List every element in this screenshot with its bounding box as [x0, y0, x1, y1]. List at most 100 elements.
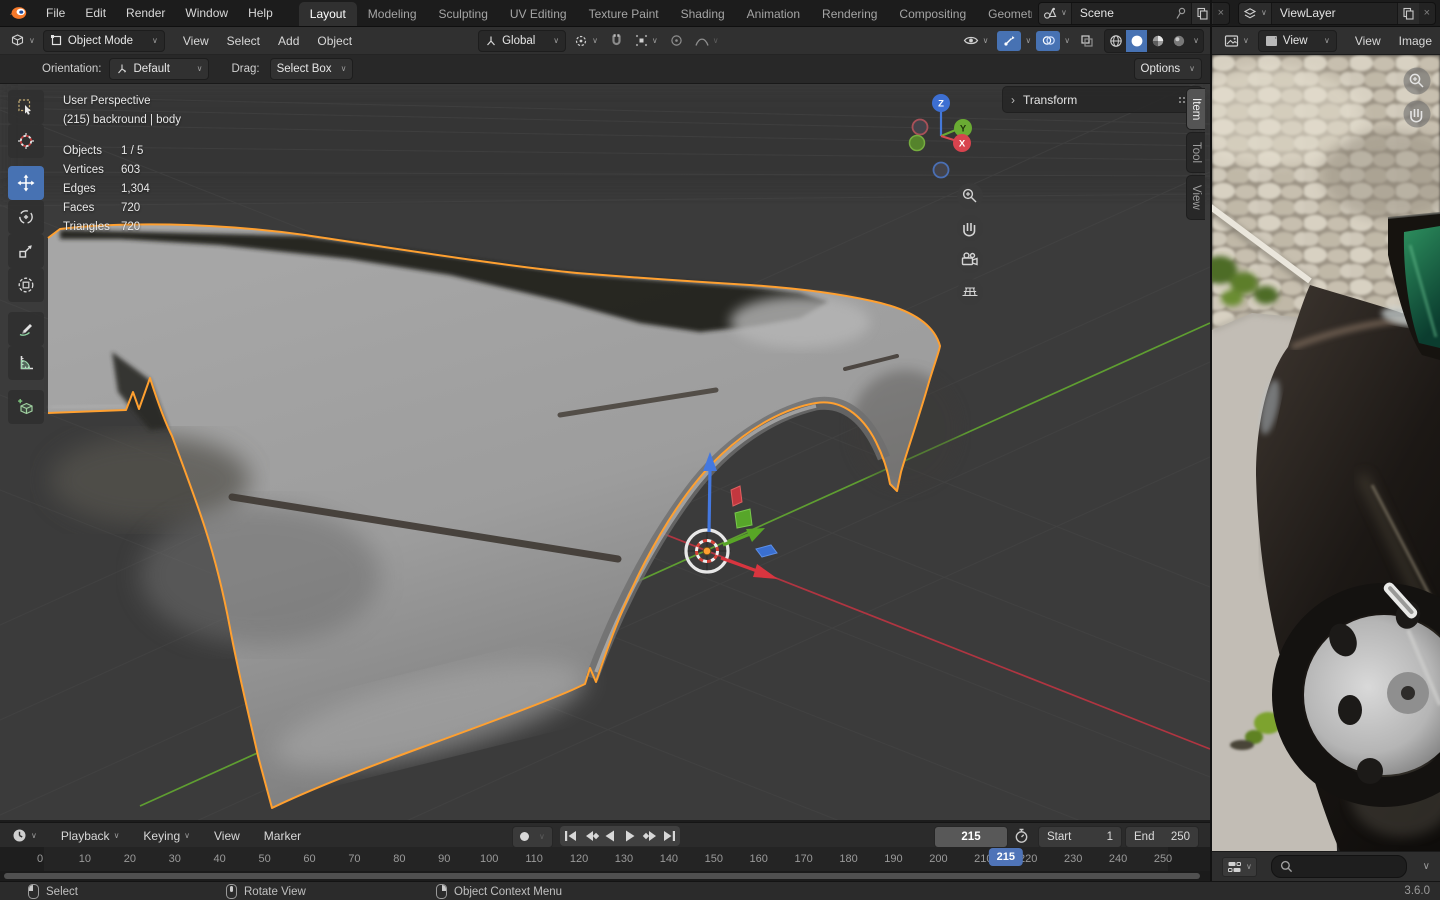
chevron-down-icon[interactable]: ∨ — [1423, 861, 1430, 872]
pan-hand-button[interactable] — [957, 215, 983, 241]
shading-solid-button[interactable] — [1126, 29, 1148, 52]
visibility-button[interactable]: ∨ — [959, 32, 993, 49]
workspace-tab[interactable]: Sculpting — [428, 2, 499, 26]
scene-browse-button[interactable]: ∨ — [1039, 2, 1072, 24]
play-reverse-button[interactable] — [605, 830, 615, 841]
topbar-menu[interactable]: Render — [116, 6, 175, 20]
camera-view-button[interactable] — [957, 247, 983, 273]
workspace-tab[interactable]: Texture Paint — [578, 2, 670, 26]
shading-material-button[interactable] — [1147, 30, 1168, 52]
image-mode-dropdown[interactable]: View ∨ — [1257, 29, 1337, 52]
current-frame-field[interactable]: 215 — [934, 825, 1008, 848]
workspace-tab[interactable]: Animation — [736, 2, 811, 26]
bottom-editor-type-button[interactable]: ∨ — [1222, 856, 1257, 877]
viewport-menu[interactable]: Select — [219, 34, 268, 48]
timeline-view-menu[interactable]: View — [204, 829, 250, 843]
prev-keyframe-button[interactable] — [586, 830, 600, 841]
panel-expand-icon[interactable]: › — [1011, 93, 1015, 107]
image-zoom-button[interactable] — [1403, 67, 1431, 95]
viewport-menu[interactable]: View — [175, 34, 217, 48]
unlink-scene-button[interactable]: × — [1213, 7, 1229, 19]
workspace-tab[interactable]: Shading — [670, 2, 736, 26]
viewlayer-selector[interactable]: ∨ ViewLayer × — [1238, 1, 1436, 25]
proportional-editing-toggle[interactable] — [666, 32, 687, 49]
editor-type-button[interactable]: ∨ — [6, 31, 39, 50]
show-overlays-toggle[interactable] — [1036, 30, 1061, 51]
jump-to-end-button[interactable] — [664, 830, 675, 841]
timeline-marker-menu[interactable]: Marker — [254, 829, 311, 843]
gizmo-plane-xz[interactable] — [734, 508, 753, 529]
snap-toggle[interactable] — [606, 32, 627, 50]
topbar-menu[interactable]: Window — [175, 6, 238, 20]
chevron-down-icon[interactable]: ∨ — [1025, 36, 1031, 45]
tool-move[interactable] — [8, 166, 44, 200]
auto-keying-toggle[interactable]: ∨ — [512, 825, 553, 848]
pivot-point-button[interactable]: ∨ — [570, 32, 602, 50]
zoom-button[interactable] — [957, 183, 983, 209]
current-frame-badge[interactable]: 215 — [988, 848, 1023, 866]
perspective-toggle-button[interactable] — [957, 279, 983, 305]
frame-start-field[interactable]: Start 1 — [1038, 825, 1122, 848]
gizmo-z-arrow[interactable] — [707, 469, 712, 533]
show-gizmo-toggle[interactable] — [997, 30, 1022, 51]
workspace-tab[interactable]: UV Editing — [499, 2, 578, 26]
viewport-canvas[interactable]: Z Y X — [0, 84, 1210, 820]
playback-menu[interactable]: Playback ∨ — [51, 829, 130, 843]
tool-rotate[interactable] — [8, 200, 44, 234]
proportional-falloff-button[interactable]: ∨ — [691, 33, 723, 49]
new-viewlayer-button[interactable] — [1396, 2, 1419, 24]
tool-annotate[interactable] — [8, 312, 44, 346]
mode-dropdown[interactable]: Object Mode ∨ — [42, 29, 165, 52]
shading-wireframe-button[interactable] — [1105, 30, 1126, 52]
chevron-down-icon[interactable]: ∨ — [1193, 36, 1199, 45]
timeline-editor-type-button[interactable]: ∨ — [8, 826, 41, 845]
viewlayer-browse-button[interactable]: ∨ — [1239, 2, 1272, 24]
timeline-ruler[interactable]: 0 10 20 30 40 50 60 70 80 90 100 110 120 130 140 150 160… — [0, 847, 1210, 871]
search-input[interactable] — [1270, 855, 1407, 878]
shading-rendered-button[interactable] — [1168, 30, 1189, 52]
viewport-menu[interactable]: Add — [270, 34, 307, 48]
axis-minus-x-handle[interactable] — [911, 118, 929, 136]
snap-target-button[interactable]: ∨ — [631, 32, 662, 49]
timeline-scrollbar[interactable] — [0, 871, 1210, 880]
stopwatch-icon[interactable] — [1014, 828, 1029, 844]
chevron-down-icon[interactable]: ∨ — [1064, 36, 1070, 45]
axis-minus-z-handle[interactable] — [932, 161, 950, 179]
tool-measure[interactable] — [8, 346, 44, 380]
frame-end-field[interactable]: End 250 — [1125, 825, 1199, 848]
scrollbar-thumb[interactable] — [4, 872, 1200, 879]
transform-panel-header[interactable]: › Transform — [1002, 86, 1203, 113]
tool-select-box[interactable] — [8, 90, 44, 124]
image-pan-button[interactable] — [1403, 100, 1431, 128]
sidebar-tab[interactable]: Item — [1186, 88, 1205, 131]
viewport-menu[interactable]: Object — [309, 34, 360, 48]
next-keyframe-button[interactable] — [642, 830, 656, 841]
pin-icon[interactable] — [1171, 7, 1191, 20]
orientation-dropdown[interactable]: Global ∨ — [478, 29, 567, 52]
sidebar-tab[interactable]: Tool — [1186, 132, 1205, 174]
keying-menu[interactable]: Keying ∨ — [133, 829, 200, 843]
play-button[interactable] — [626, 830, 635, 841]
workspace-tab[interactable]: Rendering — [811, 2, 888, 26]
drag-dropdown[interactable]: Select Box ∨ — [269, 58, 354, 80]
image-editor-menu[interactable]: View — [1347, 34, 1389, 48]
tool-scale[interactable] — [8, 234, 44, 268]
workspace-tab[interactable]: Layout — [298, 2, 357, 26]
remove-viewlayer-button[interactable]: × — [1419, 7, 1435, 19]
workspace-tab[interactable]: Compositing — [888, 2, 977, 26]
tool-orientation-dropdown[interactable]: Default ∨ — [109, 58, 210, 80]
axis-minus-y-handle[interactable] — [908, 134, 926, 152]
sidebar-tab[interactable]: View — [1186, 175, 1205, 221]
xray-toggle[interactable] — [1075, 31, 1099, 51]
options-dropdown[interactable]: Options ∨ — [1133, 58, 1202, 80]
image-editor-canvas[interactable] — [1212, 55, 1440, 851]
tool-transform[interactable] — [8, 268, 44, 302]
editor-divider[interactable] — [1210, 0, 1212, 900]
workspace-tab[interactable]: Modeling — [357, 2, 428, 26]
tool-cursor[interactable] — [8, 124, 44, 158]
topbar-menu[interactable]: File — [36, 6, 75, 20]
topbar-menu[interactable]: Help — [238, 6, 283, 20]
viewport-3d[interactable]: Z Y X User Perspective (215) backround |… — [0, 84, 1210, 820]
jump-to-start-button[interactable] — [565, 830, 576, 841]
topbar-menu[interactable]: Edit — [75, 6, 116, 20]
